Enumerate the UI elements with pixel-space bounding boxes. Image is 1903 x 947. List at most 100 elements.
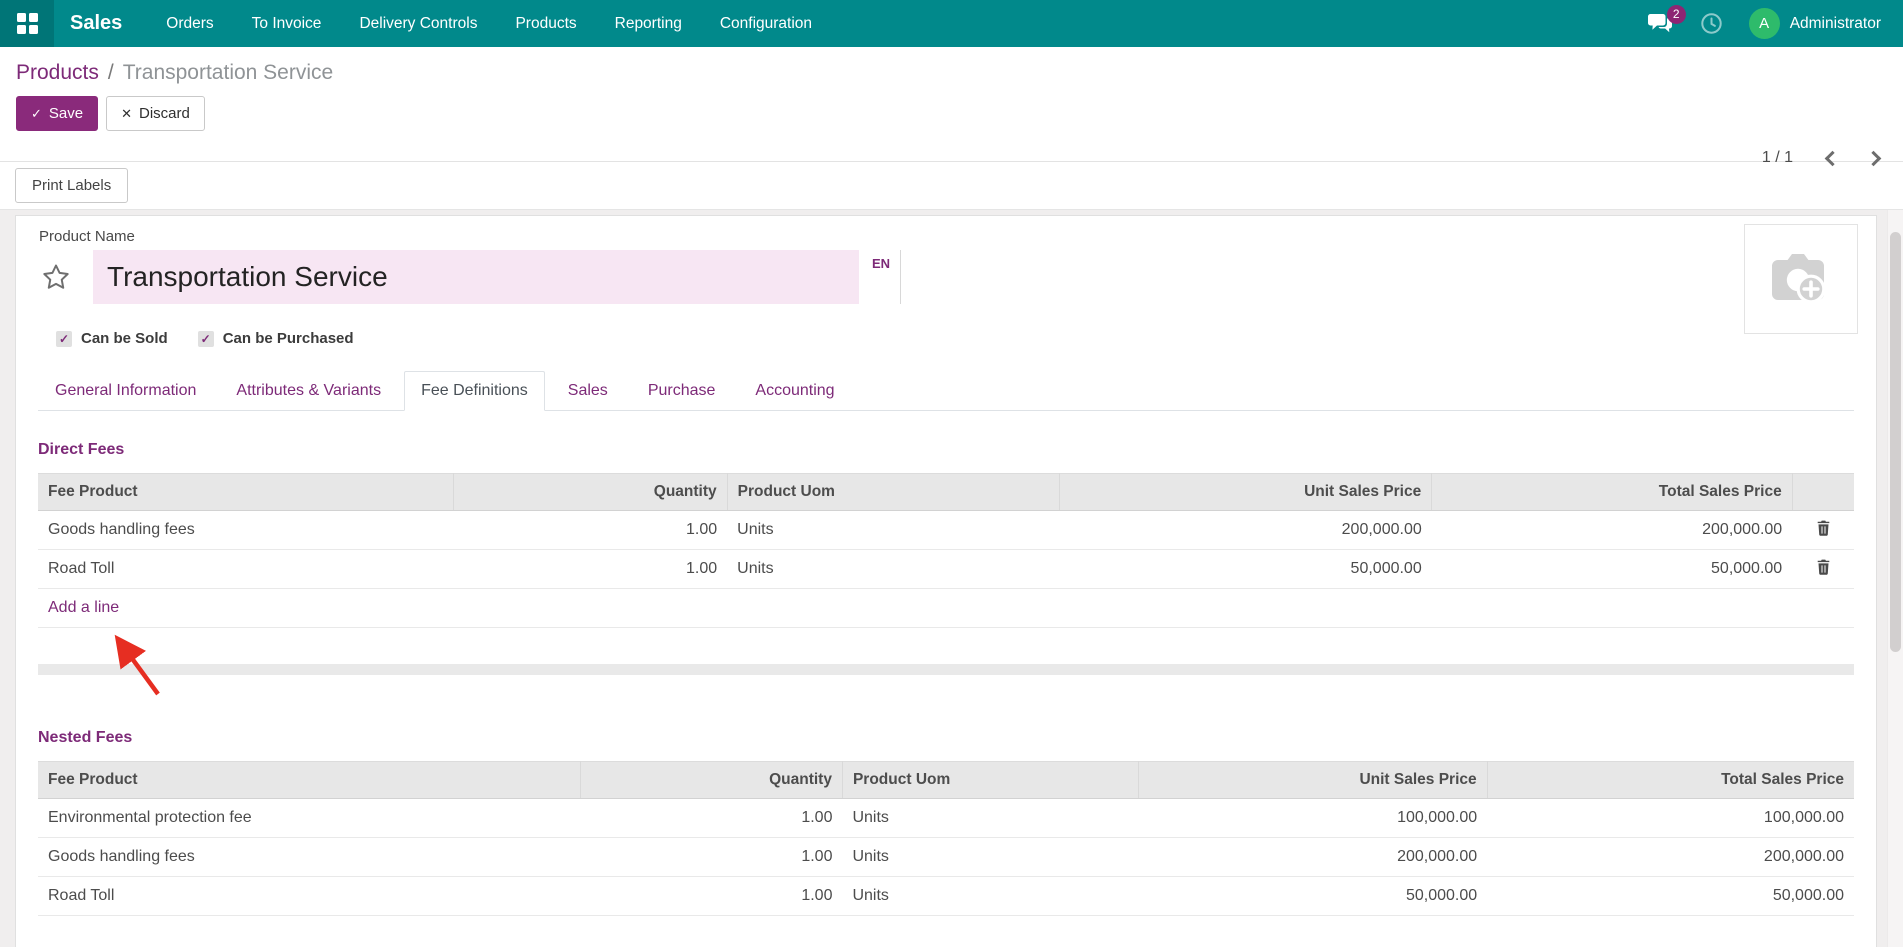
cell-fee-product[interactable]: Road Toll	[38, 877, 580, 916]
form-sheet: Product Name Transportation Service EN ✓…	[15, 215, 1877, 947]
cell-total-price[interactable]: 100,000.00	[1487, 799, 1854, 838]
discard-button-label: Discard	[139, 105, 190, 122]
cell-total-price[interactable]: 200,000.00	[1432, 511, 1792, 550]
vertical-scrollbar[interactable]	[1887, 210, 1903, 947]
nested-fees-header-row: Fee Product Quantity Product Uom Unit Sa…	[38, 762, 1854, 799]
table-row[interactable]: Road Toll 1.00 Units 50,000.00 50,000.00	[38, 877, 1854, 916]
tab-accounting[interactable]: Accounting	[738, 371, 851, 411]
cell-quantity[interactable]: 1.00	[454, 550, 727, 589]
col-quantity[interactable]: Quantity	[580, 762, 842, 799]
cell-unit-price[interactable]: 100,000.00	[1138, 799, 1487, 838]
user-menu[interactable]: A Administrator	[1749, 8, 1881, 39]
cell-quantity[interactable]: 1.00	[580, 877, 842, 916]
cell-quantity[interactable]: 1.00	[580, 799, 842, 838]
content-area: Product Name Transportation Service EN ✓…	[0, 210, 1903, 947]
product-name-label: Product Name	[39, 228, 1854, 245]
product-name-input[interactable]: Transportation Service	[93, 250, 859, 304]
cell-total-price[interactable]: 50,000.00	[1487, 877, 1854, 916]
col-fee-product[interactable]: Fee Product	[38, 762, 580, 799]
cell-quantity[interactable]: 1.00	[580, 838, 842, 877]
cell-unit-price[interactable]: 200,000.00	[1059, 511, 1431, 550]
cell-total-price[interactable]: 200,000.00	[1487, 838, 1854, 877]
activities-clock-icon[interactable]	[1700, 12, 1723, 35]
trash-icon	[1816, 520, 1831, 536]
can-be-sold-checkbox[interactable]: ✓ Can be Sold	[56, 330, 168, 347]
menu-to-invoice[interactable]: To Invoice	[252, 15, 322, 33]
col-product-uom[interactable]: Product Uom	[842, 762, 1138, 799]
table-row[interactable]: Goods handling fees 1.00 Units 200,000.0…	[38, 511, 1854, 550]
cell-fee-product[interactable]: Environmental protection fee	[38, 799, 580, 838]
tab-general-information[interactable]: General Information	[38, 371, 213, 411]
user-avatar: A	[1749, 8, 1780, 39]
col-actions	[1792, 474, 1854, 511]
table-row[interactable]: Environmental protection fee 1.00 Units …	[38, 799, 1854, 838]
checkbox-checked-icon: ✓	[56, 331, 72, 347]
messages-button[interactable]: 2	[1647, 13, 1674, 35]
table-row[interactable]: Goods handling fees 1.00 Units 200,000.0…	[38, 838, 1854, 877]
favorite-star-icon[interactable]	[41, 262, 71, 292]
menu-reporting[interactable]: Reporting	[615, 15, 682, 33]
capability-checkboxes: ✓ Can be Sold ✓ Can be Purchased	[56, 330, 1854, 347]
cell-product-uom[interactable]: Units	[842, 877, 1138, 916]
can-be-purchased-label: Can be Purchased	[223, 330, 354, 347]
can-be-purchased-checkbox[interactable]: ✓ Can be Purchased	[198, 330, 354, 347]
close-icon: ✕	[121, 106, 132, 122]
col-fee-product[interactable]: Fee Product	[38, 474, 454, 511]
breadcrumb: Products / Transportation Service	[16, 61, 1887, 85]
delete-row-button[interactable]	[1792, 550, 1854, 589]
col-unit-sales-price[interactable]: Unit Sales Price	[1059, 474, 1431, 511]
record-pager: 1 / 1	[1762, 149, 1879, 167]
delete-row-button[interactable]	[1792, 511, 1854, 550]
pager-previous-icon[interactable]	[1825, 150, 1841, 166]
breadcrumb-products[interactable]: Products	[16, 61, 99, 85]
cell-fee-product[interactable]: Goods handling fees	[38, 838, 580, 877]
col-total-sales-price[interactable]: Total Sales Price	[1487, 762, 1854, 799]
messages-count-badge: 2	[1667, 5, 1686, 24]
col-unit-sales-price[interactable]: Unit Sales Price	[1138, 762, 1487, 799]
product-image-placeholder[interactable]	[1744, 224, 1858, 334]
cell-product-uom[interactable]: Units	[727, 550, 1059, 589]
direct-fees-header-row: Fee Product Quantity Product Uom Unit Sa…	[38, 474, 1854, 511]
add-a-line-link[interactable]: Add a line	[38, 589, 1854, 628]
cell-fee-product[interactable]: Goods handling fees	[38, 511, 454, 550]
add-a-line-row[interactable]: Add a line	[38, 589, 1854, 628]
cell-total-price[interactable]: 50,000.00	[1432, 550, 1792, 589]
cell-product-uom[interactable]: Units	[842, 799, 1138, 838]
check-icon: ✓	[31, 106, 42, 122]
menu-products[interactable]: Products	[515, 15, 576, 33]
cell-product-uom[interactable]: Units	[842, 838, 1138, 877]
app-brand[interactable]: Sales	[54, 0, 136, 47]
cell-fee-product[interactable]: Road Toll	[38, 550, 454, 589]
col-total-sales-price[interactable]: Total Sales Price	[1432, 474, 1792, 511]
tab-attributes-variants[interactable]: Attributes & Variants	[219, 371, 398, 411]
menu-configuration[interactable]: Configuration	[720, 15, 812, 33]
checkbox-checked-icon: ✓	[198, 331, 214, 347]
cell-unit-price[interactable]: 200,000.00	[1138, 838, 1487, 877]
tab-sales[interactable]: Sales	[551, 371, 625, 411]
cell-quantity[interactable]: 1.00	[454, 511, 727, 550]
control-panel: Products / Transportation Service ✓ Save…	[0, 47, 1903, 162]
discard-button[interactable]: ✕ Discard	[106, 96, 205, 131]
table-bottom-gap	[38, 628, 1854, 664]
cell-unit-price[interactable]: 50,000.00	[1059, 550, 1431, 589]
direct-fees-title: Direct Fees	[38, 441, 1854, 459]
tab-purchase[interactable]: Purchase	[631, 371, 733, 411]
col-product-uom[interactable]: Product Uom	[727, 474, 1059, 511]
print-labels-button[interactable]: Print Labels	[15, 168, 128, 203]
menu-orders[interactable]: Orders	[166, 15, 213, 33]
notebook-tabs: General Information Attributes & Variant…	[38, 371, 1854, 411]
cell-product-uom[interactable]: Units	[727, 511, 1059, 550]
col-quantity[interactable]: Quantity	[454, 474, 727, 511]
cell-unit-price[interactable]: 50,000.00	[1138, 877, 1487, 916]
language-badge[interactable]: EN	[872, 256, 890, 271]
breadcrumb-separator: /	[108, 61, 114, 85]
can-be-sold-label: Can be Sold	[81, 330, 168, 347]
table-row[interactable]: Road Toll 1.00 Units 50,000.00 50,000.00	[38, 550, 1854, 589]
save-button[interactable]: ✓ Save	[16, 96, 98, 131]
apps-menu-button[interactable]	[0, 0, 54, 47]
menu-delivery-controls[interactable]: Delivery Controls	[359, 15, 477, 33]
camera-add-icon	[1768, 249, 1834, 309]
scrollbar-thumb[interactable]	[1890, 232, 1901, 652]
tab-fee-definitions[interactable]: Fee Definitions	[404, 371, 545, 411]
pager-next-icon[interactable]	[1866, 150, 1882, 166]
